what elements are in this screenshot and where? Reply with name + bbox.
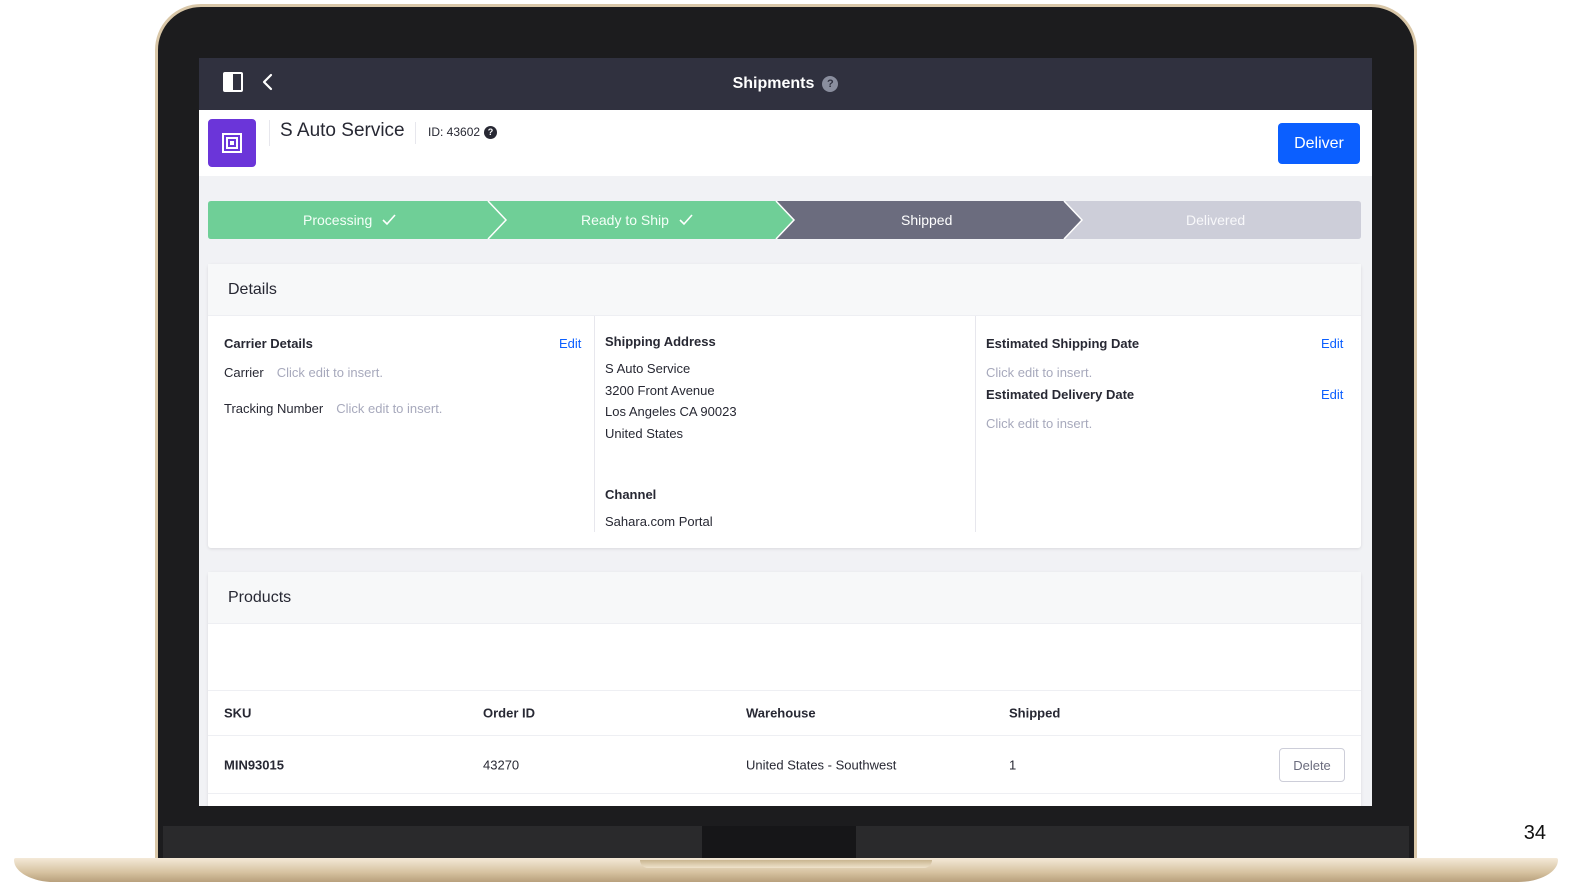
shipping-address-section: Shipping Address S Auto Service 3200 Fro… <box>594 316 974 532</box>
estimated-dates-section: Estimated Shipping Date Edit Click edit … <box>975 316 1345 532</box>
step-label: Ready to Ship <box>581 212 669 228</box>
step-label: Delivered <box>1186 212 1246 228</box>
column-header-order-id[interactable]: Order ID <box>483 706 535 721</box>
column-header-shipped[interactable]: Shipped <box>1009 706 1060 721</box>
estimated-shipping-edit-link[interactable]: Edit <box>1321 336 1343 351</box>
entity-header: S Auto Service ID: 43602 ? Deliver <box>199 110 1372 176</box>
address-line: United States <box>605 426 684 441</box>
id-help-icon[interactable]: ? <box>484 125 498 139</box>
estimated-delivery-date-title: Estimated Delivery Date <box>986 387 1135 402</box>
estimated-shipping-date-title: Estimated Shipping Date <box>986 336 1140 351</box>
tracking-number-label: Tracking Number <box>224 401 324 416</box>
page-title: Shipments ? <box>733 75 839 93</box>
step-delivered[interactable]: Delivered <box>1186 212 1245 228</box>
carrier-edit-link[interactable]: Edit <box>559 336 581 351</box>
shipment-id-text: ID: 43602 <box>428 125 481 139</box>
carrier-label: Carrier <box>224 365 264 380</box>
header-divider <box>415 122 416 144</box>
back-arrow-icon[interactable] <box>261 72 275 92</box>
check-icon <box>679 214 693 226</box>
table-row: MIN93015 43270 United States - Southwest… <box>208 736 1361 794</box>
step-processing[interactable]: Processing <box>303 212 396 228</box>
sidebar-toggle-icon[interactable] <box>223 72 243 92</box>
shipment-icon <box>222 133 242 153</box>
account-name: S Auto Service <box>280 120 405 141</box>
step-ready-to-ship[interactable]: Ready to Ship <box>581 212 693 228</box>
carrier-details-section: Carrier Details Edit Carrier Click edit … <box>224 316 582 532</box>
channel-value: Sahara.com Portal <box>605 514 713 529</box>
details-panel: Details Carrier Details Edit Carrier Cli… <box>208 264 1361 548</box>
laptop-groove <box>640 860 932 868</box>
column-header-warehouse[interactable]: Warehouse <box>746 706 816 721</box>
shipment-progress-stepper: Processing Ready to Ship Shipped Deliver… <box>208 201 1361 239</box>
header-divider <box>269 120 270 146</box>
slide-number: 34 <box>1523 822 1546 844</box>
shipping-address-title: Shipping Address <box>605 334 716 349</box>
topbar: Shipments ? <box>199 58 1372 110</box>
step-label: Shipped <box>901 212 953 228</box>
account-logo <box>208 119 256 167</box>
carrier-value: Click edit to insert. <box>276 365 383 380</box>
order-id-cell: 43270 <box>483 757 520 772</box>
carrier-details-title: Carrier Details <box>224 336 313 351</box>
address-line: 3200 Front Avenue <box>605 383 715 398</box>
tracking-number-row: Tracking Number Click edit to insert. <box>224 401 442 416</box>
topbar-tools <box>223 72 275 92</box>
tracking-number-value: Click edit to insert. <box>336 401 443 416</box>
step-label: Processing <box>303 212 373 228</box>
channel-title: Channel <box>605 487 657 502</box>
app-screen: Shipments ? S Auto Service ID: 43602 ? D… <box>199 58 1372 806</box>
address-line: Los Angeles CA 90023 <box>605 404 737 419</box>
sku-cell: MIN93015 <box>224 757 284 772</box>
delete-button[interactable]: Delete <box>1279 748 1345 782</box>
products-panel: Products SKU Order ID Warehouse Shipped … <box>208 572 1361 806</box>
products-title: Products <box>208 572 1361 624</box>
laptop-notch <box>702 826 856 862</box>
shipment-id: ID: 43602 ? <box>428 125 498 139</box>
products-table-header: SKU Order ID Warehouse Shipped <box>208 690 1361 736</box>
estimated-delivery-edit-link[interactable]: Edit <box>1321 387 1343 402</box>
help-icon[interactable]: ? <box>822 76 839 92</box>
address-line: S Auto Service <box>605 361 691 376</box>
estimated-shipping-date-value: Click edit to insert. <box>986 365 1093 380</box>
step-shipped[interactable]: Shipped <box>901 212 952 228</box>
estimated-delivery-date-value: Click edit to insert. <box>986 416 1093 431</box>
page-title-text: Shipments <box>732 75 815 92</box>
details-title: Details <box>208 264 1361 316</box>
deliver-button[interactable]: Deliver <box>1278 123 1360 164</box>
check-icon <box>382 214 396 226</box>
carrier-row: Carrier Click edit to insert. <box>224 365 383 380</box>
shipped-cell: 1 <box>1009 757 1017 772</box>
warehouse-cell: United States - Southwest <box>746 757 897 772</box>
column-header-sku[interactable]: SKU <box>224 706 251 721</box>
